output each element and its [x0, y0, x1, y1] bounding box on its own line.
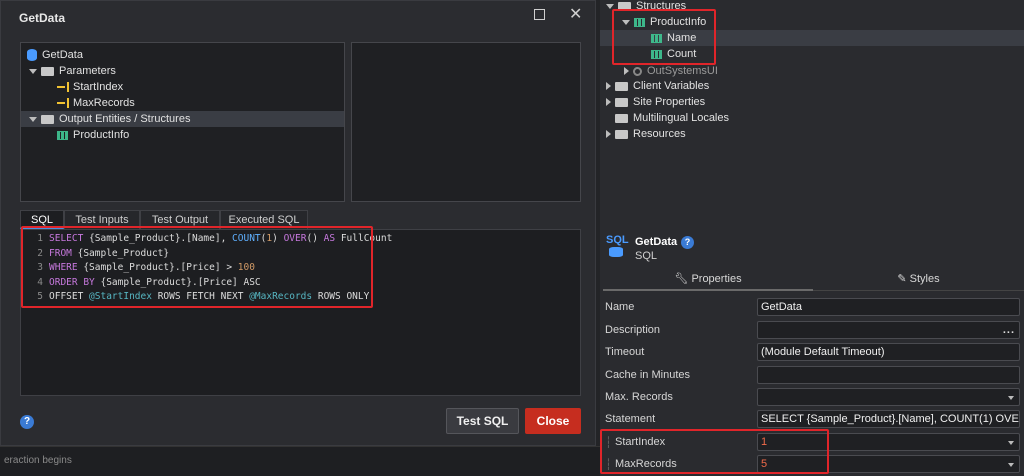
chevron-down-icon[interactable]: [29, 68, 37, 74]
chevron-right-icon[interactable]: [624, 67, 629, 76]
prop-label-cache: Cache in Minutes: [605, 369, 690, 381]
tree-node-folder[interactable]: Multilingual Locales: [615, 110, 729, 126]
prop-label-max-records: Max. Records: [605, 391, 673, 403]
element-name: GetData: [635, 236, 678, 248]
tree-node-parameters[interactable]: Parameters: [29, 63, 116, 79]
close-button[interactable]: Close: [525, 408, 581, 434]
app-window: eraction begins GetData ✕ GetData Parame…: [0, 0, 1024, 476]
chevron-right-icon[interactable]: [606, 82, 611, 91]
timeout-field[interactable]: (Module Default Timeout): [757, 343, 1020, 361]
tab-styles[interactable]: ✎ Styles: [813, 269, 1024, 291]
tree-node-root[interactable]: GetData: [27, 47, 83, 63]
name-field[interactable]: GetData: [757, 298, 1020, 316]
tree-node-folder[interactable]: Resources: [606, 126, 686, 142]
tree-node-folder[interactable]: Site Properties: [606, 94, 705, 110]
more-icon[interactable]: ...: [1003, 322, 1015, 338]
status-bar: eraction begins: [0, 446, 600, 476]
help-icon[interactable]: ?: [681, 236, 694, 249]
input-parameter-icon: [57, 82, 69, 93]
folder-icon: [41, 114, 54, 124]
folder-icon: [615, 81, 628, 91]
element-type: SQL: [635, 250, 658, 262]
prop-label-statement: Statement: [605, 413, 656, 425]
sql-highlight-box: [21, 226, 373, 308]
test-sql-button[interactable]: Test SQL: [446, 408, 519, 434]
prop-label-name: Name: [605, 301, 635, 313]
chevron-right-icon[interactable]: [606, 130, 611, 139]
brush-icon: ✎: [897, 273, 910, 285]
tree-node-folder[interactable]: Client Variables: [606, 78, 709, 94]
prop-label-description: Description: [605, 324, 661, 336]
sql-badge: SQL: [606, 234, 629, 246]
folder-icon: [615, 97, 628, 107]
input-parameter-icon: [57, 98, 69, 109]
folder-icon: [615, 129, 628, 139]
tab-properties[interactable]: 🔧︎ Properties: [603, 269, 813, 291]
tree-node-output-item[interactable]: ProductInfo: [57, 127, 129, 143]
chevron-down-icon[interactable]: [606, 3, 614, 9]
database-icon: [27, 49, 37, 62]
tree-node-outputs[interactable]: Output Entities / Structures: [29, 111, 190, 127]
tree-node-outsystemsui[interactable]: OutSystemsUI: [624, 63, 718, 79]
tree-node-param[interactable]: MaxRecords: [57, 95, 135, 111]
folder-icon: [41, 66, 54, 76]
cache-field[interactable]: [757, 366, 1020, 384]
tree-node-param[interactable]: StartIndex: [57, 79, 123, 95]
database-icon: [609, 247, 623, 257]
dialog-title: GetData: [19, 11, 66, 25]
wrench-icon: 🔧︎: [674, 273, 692, 285]
folder-icon: [615, 113, 628, 123]
prop-label-timeout: Timeout: [605, 346, 645, 358]
statement-field[interactable]: SELECT {Sample_Product}.[Name], COUNT(1)…: [757, 410, 1020, 428]
params-highlight-box: [600, 429, 829, 474]
sql-dialog: GetData ✕ GetData Parameters StartIndex …: [0, 0, 596, 446]
chevron-down-icon[interactable]: [29, 116, 37, 122]
maximize-icon[interactable]: [534, 9, 545, 20]
properties-tabs: 🔧︎ Properties ✎ Styles: [603, 269, 1024, 291]
chevron-right-icon[interactable]: [606, 98, 611, 107]
close-icon[interactable]: ✕: [569, 4, 582, 24]
help-icon[interactable]: ?: [20, 415, 34, 429]
module-icon: [633, 66, 642, 76]
structure-icon: [57, 130, 68, 140]
description-field[interactable]: ...: [757, 321, 1020, 339]
max-records-select[interactable]: [757, 388, 1020, 406]
preview-panel: [351, 42, 581, 202]
structure-highlight-box: [612, 9, 716, 65]
status-text: eraction begins: [4, 455, 72, 466]
